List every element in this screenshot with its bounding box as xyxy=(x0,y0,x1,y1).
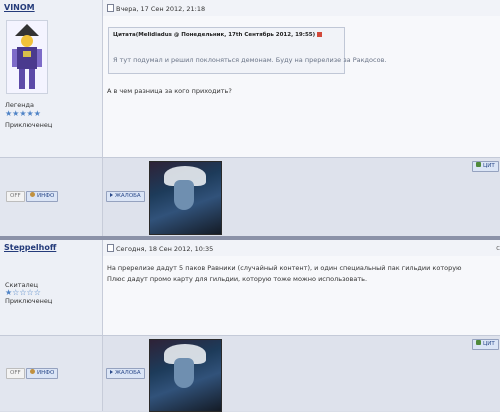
document-icon xyxy=(107,244,114,252)
signature-face xyxy=(174,358,194,388)
username-link[interactable]: VINOM xyxy=(4,3,35,12)
info-button[interactable]: ИНФО xyxy=(26,191,59,202)
rank-stars: ★☆☆☆☆ xyxy=(5,288,41,297)
info-button[interactable]: ИНФО xyxy=(26,368,59,379)
quote-button[interactable]: ЦИТ xyxy=(472,161,499,172)
user-group: Приключенец xyxy=(5,297,53,305)
info-label: ИНФО xyxy=(37,193,55,199)
user-rank: Легенда xyxy=(5,101,35,109)
post-1: VINOM Легенда ★★★★★ Приключенец Вчера, 1… xyxy=(0,0,500,237)
post-header: Сегодня, 18 Сен 2012, 10:35 c xyxy=(103,240,500,257)
signature-face xyxy=(174,180,194,210)
post-text-line: Плюс дадут промо карту для гильдии, кото… xyxy=(107,275,368,283)
report-button[interactable]: ЖАЛОБА xyxy=(106,368,145,379)
report-label: ЖАЛОБА xyxy=(115,193,141,199)
post-header: Вчера, 17 Сен 2012, 21:18 xyxy=(103,0,500,17)
post-date: Сегодня, 18 Сен 2012, 10:35 xyxy=(107,244,213,253)
quote-title-text: Цитата(Melidiadus @ Понедельник, 17th Се… xyxy=(113,32,316,38)
report-label: ЖАЛОБА xyxy=(115,370,141,376)
quote-title: Цитата(Melidiadus @ Понедельник, 17th Се… xyxy=(113,32,323,38)
user-panel: VINOM Легенда ★★★★★ Приключенец xyxy=(0,0,103,157)
avatar xyxy=(6,20,48,94)
post-text-line: На пререлизе дадут 5 паков Равники (случ… xyxy=(107,264,462,272)
quote-label: ЦИТ xyxy=(483,163,495,169)
signature-image xyxy=(149,161,222,235)
user-panel: Steppelhoff Скиталец ★☆☆☆☆ Приключенец xyxy=(0,240,103,335)
document-icon xyxy=(107,4,114,12)
post-date: Вчера, 17 Сен 2012, 21:18 xyxy=(107,4,205,13)
chevron-icon[interactable]: c xyxy=(496,244,500,252)
plus-icon xyxy=(476,162,481,167)
report-arrow-icon xyxy=(110,370,113,374)
quote-label: ЦИТ xyxy=(483,341,495,347)
plus-icon xyxy=(476,340,481,345)
avatar-figure-icon xyxy=(7,21,47,93)
report-button[interactable]: ЖАЛОБА xyxy=(106,191,145,202)
username-link[interactable]: Steppelhoff xyxy=(4,243,56,252)
info-label: ИНФО xyxy=(37,370,55,376)
rank-stars: ★★★★★ xyxy=(5,109,41,118)
off-button[interactable]: OFF xyxy=(6,191,25,202)
user-group: Приключенец xyxy=(5,121,53,129)
post-date-text: Сегодня, 18 Сен 2012, 10:35 xyxy=(116,245,214,253)
post-footer xyxy=(0,157,500,237)
post-footer xyxy=(0,335,500,411)
quote-link-icon[interactable] xyxy=(317,32,323,37)
report-arrow-icon xyxy=(110,193,113,197)
post-date-text: Вчера, 17 Сен 2012, 21:18 xyxy=(116,5,206,13)
post-text-line: А в чем разница за кого приходить? xyxy=(107,87,232,95)
signature-image xyxy=(149,339,222,412)
quote-button[interactable]: ЦИТ xyxy=(472,339,499,350)
off-button[interactable]: OFF xyxy=(6,368,25,379)
post-2: Steppelhoff Скиталец ★☆☆☆☆ Приключенец С… xyxy=(0,240,500,412)
quote-text: Я тут подумал и решил поклоняться демона… xyxy=(113,56,387,64)
user-icon xyxy=(30,369,35,374)
user-icon xyxy=(30,192,35,197)
quote-block: Цитата(Melidiadus @ Понедельник, 17th Се… xyxy=(108,27,386,74)
